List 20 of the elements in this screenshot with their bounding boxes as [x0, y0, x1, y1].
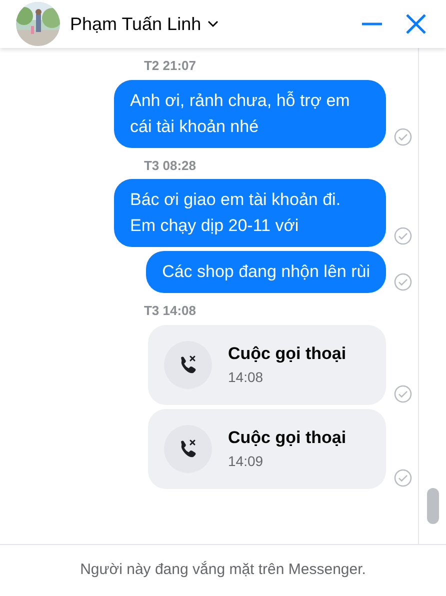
message-bubble: Bác ơi giao em tài khoản đi. Em chạy dịp 20-11 với: [114, 179, 386, 247]
missed-call-icon: [164, 424, 212, 472]
chevron-down-icon: [207, 20, 220, 28]
message-bubble: Các shop đang nhộn lên rùi: [146, 251, 386, 293]
call-title: Cuộc gọi thoại: [228, 343, 346, 366]
minimize-icon: [361, 22, 383, 26]
message-bubble: Anh ơi, rảnh chưa, hỗ trợ em cái tài khoản nhé: [114, 80, 386, 148]
scrollbar-thumb[interactable]: [426, 488, 438, 524]
close-icon: [405, 13, 427, 35]
timestamp: T2 21:07: [144, 57, 196, 75]
contact-name-button[interactable]: Phạm Tuấn Linh: [70, 10, 220, 38]
call-bubble[interactable]: Cuộc gọi thoại 14:09: [148, 408, 386, 488]
call-time: 14:08: [228, 368, 264, 387]
status-text: Người này đang vắng mặt trên Messenger.: [80, 560, 366, 580]
call-bubble[interactable]: Cuộc gọi thoại 14:08: [148, 324, 386, 404]
call-title: Cuộc gọi thoại: [228, 427, 346, 450]
timestamp: T3 08:28: [144, 156, 196, 174]
missed-call-icon: [164, 340, 212, 388]
timestamp: T3 14:08: [144, 302, 196, 320]
call-time: 14:09: [228, 452, 264, 471]
